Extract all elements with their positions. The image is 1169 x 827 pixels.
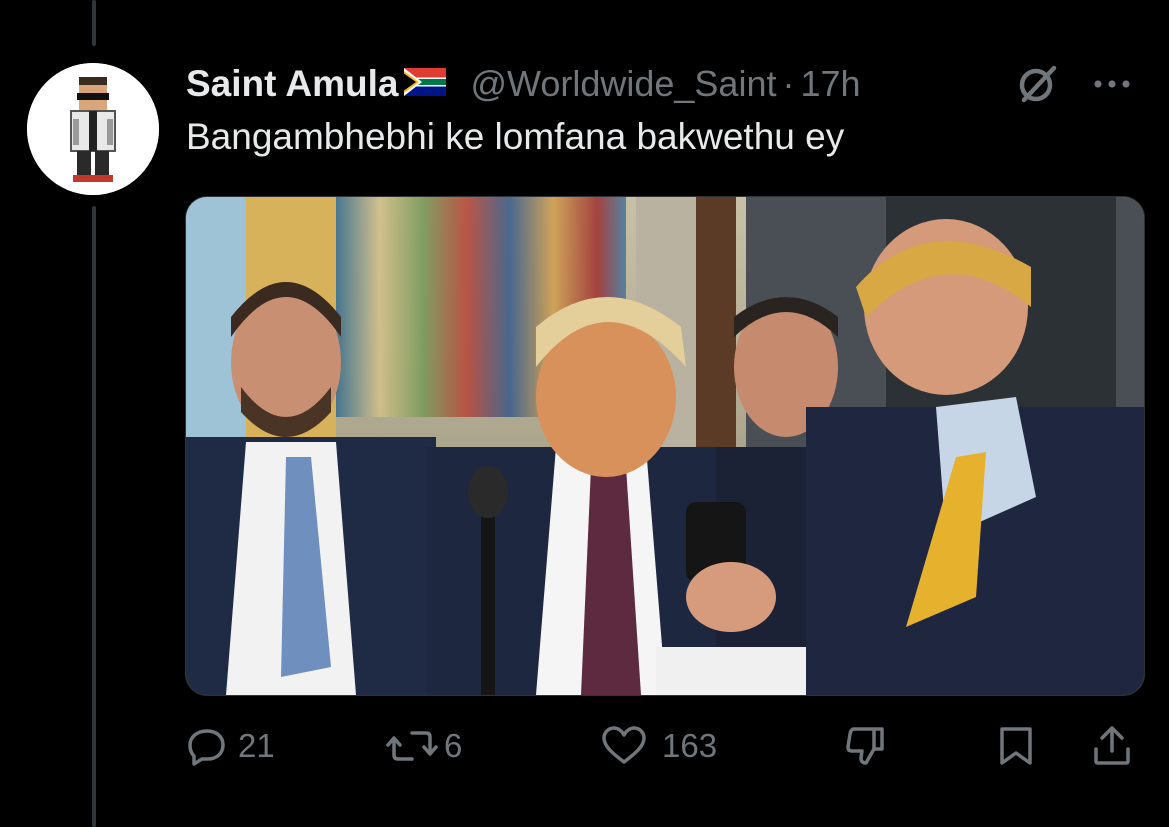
bookmark-button[interactable]: [996, 718, 1036, 774]
bookmark-icon: [1000, 727, 1032, 765]
avatar[interactable]: [27, 63, 159, 195]
dislike-icon: [846, 727, 884, 765]
reply-count: 21: [238, 727, 275, 764]
tweet-header: Saint Amula @Worldwide_Saint · 17h: [186, 58, 861, 110]
thread-line-top: [92, 0, 96, 46]
user-handle[interactable]: @Worldwide_Saint: [470, 63, 776, 105]
display-name[interactable]: Saint Amula: [186, 63, 398, 105]
tweet-media[interactable]: [185, 196, 1145, 696]
repost-count: 6: [444, 727, 463, 764]
more-options-icon[interactable]: [1086, 60, 1138, 108]
like-count: 163: [662, 727, 718, 764]
downvote-button[interactable]: [842, 718, 890, 774]
avatar-image: [27, 63, 159, 195]
heart-icon: [602, 726, 646, 764]
thread-line-bottom: [92, 206, 96, 827]
repost-button[interactable]: 6: [386, 718, 462, 774]
media-thumbnail: [186, 197, 1144, 695]
like-button[interactable]: 163: [600, 718, 717, 774]
share-button[interactable]: [1092, 718, 1132, 774]
south-africa-flag-icon: [404, 67, 447, 101]
timestamp[interactable]: 17h: [800, 63, 860, 105]
grok-icon[interactable]: [1014, 60, 1062, 108]
separator-dot: ·: [782, 63, 795, 104]
reply-icon: [188, 729, 225, 766]
reply-button[interactable]: 21: [186, 718, 275, 774]
tweet-text: Bangambhebhi ke lomfana bakwethu ey: [186, 116, 845, 157]
share-icon: [1094, 726, 1130, 765]
repost-icon: [386, 731, 438, 761]
